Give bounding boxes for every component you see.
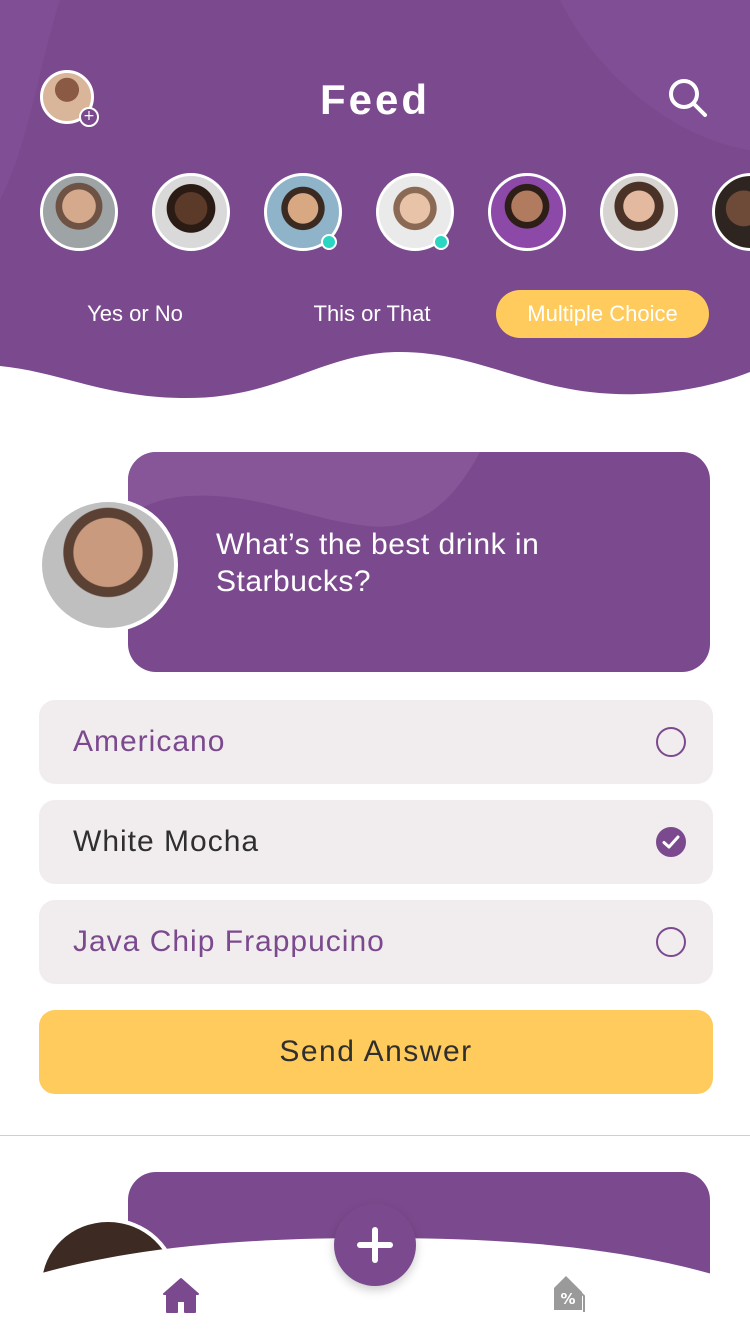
page-title: Feed <box>319 76 431 123</box>
story-avatar[interactable] <box>40 173 118 251</box>
story-avatar[interactable] <box>376 173 454 251</box>
plus-icon <box>357 1227 393 1263</box>
story-avatar[interactable] <box>600 173 678 251</box>
home-icon <box>163 1278 199 1313</box>
story-avatar[interactable] <box>488 173 566 251</box>
story-avatar[interactable] <box>712 173 750 251</box>
option-label: White Mocha <box>73 825 260 858</box>
option-label: Java Chip Frappucino <box>73 925 385 958</box>
add-question-button[interactable] <box>334 1204 416 1286</box>
answer-option-white-mocha[interactable]: White Mocha <box>39 800 713 884</box>
radio-checked-icon[interactable] <box>656 827 686 857</box>
radio-unchecked-icon[interactable] <box>656 727 686 757</box>
nav-home-button[interactable] <box>160 1274 202 1316</box>
option-label: Americano <box>73 725 226 758</box>
search-button[interactable] <box>664 74 710 120</box>
checkmark-icon <box>662 835 680 849</box>
nav-deals-button[interactable]: % <box>544 1270 590 1316</box>
question-type-tabs: Yes or No This or That Multiple Choice <box>0 290 750 338</box>
answer-option-java-chip-frappucino[interactable]: Java Chip Frappucino <box>39 900 713 984</box>
header: + Feed Yes or No This or That Multiple C… <box>0 0 750 420</box>
radio-unchecked-icon[interactable] <box>656 927 686 957</box>
story-avatar[interactable] <box>152 173 230 251</box>
tab-this-or-that[interactable]: This or That <box>292 290 452 338</box>
question-author-avatar[interactable] <box>38 498 178 632</box>
svg-text:%: % <box>560 1290 575 1308</box>
tab-multiple-choice[interactable]: Multiple Choice <box>496 290 709 338</box>
answer-option-americano[interactable]: Americano <box>39 700 713 784</box>
question-text: What’s the best drink in Starbucks? <box>216 528 540 598</box>
stories-row[interactable] <box>40 173 750 253</box>
search-icon <box>669 79 707 117</box>
online-indicator <box>433 234 449 250</box>
tab-yes-or-no[interactable]: Yes or No <box>60 290 210 338</box>
discount-tag-icon: % <box>554 1276 585 1312</box>
send-answer-button[interactable]: Send Answer <box>39 1010 713 1094</box>
divider <box>0 1135 750 1136</box>
online-indicator <box>321 234 337 250</box>
story-avatar[interactable] <box>264 173 342 251</box>
